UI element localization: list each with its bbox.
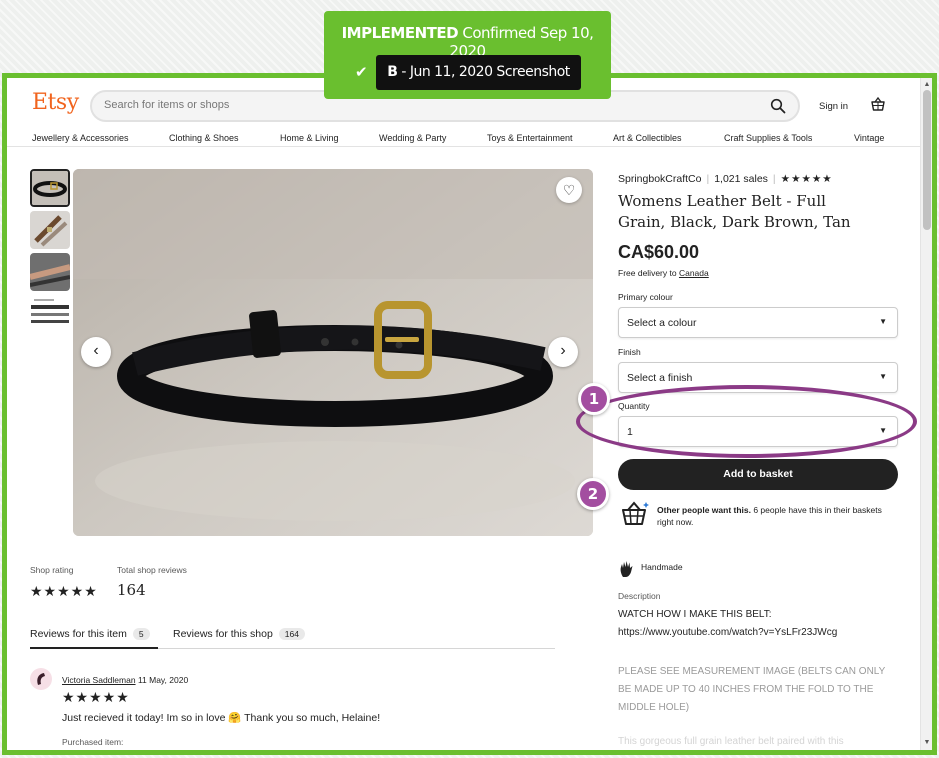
- description-more: This gorgeous full grain leather belt pa…: [618, 736, 844, 747]
- nav-toys[interactable]: Toys & Entertainment: [487, 133, 573, 143]
- finish-value: Select a finish: [627, 372, 693, 384]
- primary-colour-label: Primary colour: [618, 292, 673, 302]
- review-stars: ★★★★★: [62, 689, 130, 705]
- primary-colour-value: Select a colour: [627, 317, 697, 329]
- total-reviews-label: Total shop reviews: [117, 565, 187, 575]
- reviewer-info: Victoria Saddleman 11 May, 2020: [62, 675, 188, 685]
- search-placeholder: Search for items or shops: [104, 99, 230, 111]
- category-nav: Jewellery & Accessories Clothing & Shoes…: [32, 133, 887, 147]
- basket-icon[interactable]: [870, 96, 886, 112]
- thumbnail-3[interactable]: [30, 253, 70, 291]
- product-image[interactable]: [73, 169, 593, 536]
- chevron-left-icon[interactable]: ‹: [81, 337, 111, 367]
- implemented-badge: IMPLEMENTED Confirmed Sep 10, 2020 ✔ B -…: [324, 11, 611, 99]
- variant-label: B: [387, 64, 398, 80]
- tab-item-label: Reviews for this item: [30, 628, 127, 640]
- nav-home-living[interactable]: Home & Living: [280, 133, 339, 143]
- primary-colour-select[interactable]: Select a colour ▼: [618, 307, 898, 338]
- caret-down-icon: ▼: [879, 372, 887, 381]
- description-line-1: WATCH HOW I MAKE THIS BELT:: [618, 609, 772, 620]
- chevron-right-icon[interactable]: ›: [548, 337, 578, 367]
- separator: |: [706, 173, 710, 185]
- nav-vintage[interactable]: Vintage: [854, 133, 884, 143]
- sales-count: 1,021 sales: [714, 173, 768, 185]
- nav-jewellery[interactable]: Jewellery & Accessories: [32, 133, 129, 143]
- nav-clothing[interactable]: Clothing & Shoes: [169, 133, 239, 143]
- thumbnail-4[interactable]: [30, 295, 70, 333]
- etsy-logo[interactable]: Etsy: [32, 90, 79, 115]
- handmade-label: Handmade: [641, 562, 683, 572]
- screenshot-date: - Jun 11, 2020 Screenshot: [401, 64, 570, 80]
- tab-shop-label: Reviews for this shop: [173, 628, 273, 640]
- review-text: Just recieved it today! Im so in love 🤗 …: [62, 712, 381, 724]
- marker-1: 1: [578, 383, 610, 415]
- delivery-prefix: Free delivery to: [618, 268, 677, 278]
- nav-wedding[interactable]: Wedding & Party: [379, 133, 446, 143]
- hand-icon: [620, 561, 633, 577]
- caret-down-icon: ▼: [879, 317, 887, 326]
- thumbnail-1[interactable]: [30, 169, 70, 207]
- scroll-up-icon[interactable]: ▲: [923, 80, 931, 90]
- shop-rating-stars: ★★★★★: [30, 583, 98, 599]
- shop-rating-label: Shop rating: [30, 565, 74, 575]
- nav-craft-supplies[interactable]: Craft Supplies & Tools: [724, 133, 812, 143]
- tab-reviews-item[interactable]: Reviews for this item 5: [30, 628, 150, 640]
- thumbnail-2[interactable]: [30, 211, 70, 249]
- description-link[interactable]: https://www.youtube.com/watch?v=YsLFr23J…: [618, 624, 893, 642]
- listing-title: Womens Leather Belt - Full Grain, Black,…: [618, 192, 851, 231]
- finish-label: Finish: [618, 347, 641, 357]
- tab-reviews-shop[interactable]: Reviews for this shop 164: [173, 628, 305, 640]
- demand-bold: Other people want this.: [657, 505, 751, 515]
- scroll-down-icon[interactable]: ▼: [923, 738, 931, 748]
- scrollbar-thumb[interactable]: [923, 90, 931, 230]
- scrollbar[interactable]: ▲ ▼: [920, 78, 932, 750]
- shop-name-link[interactable]: SpringbokCraftCo: [618, 173, 701, 185]
- shop-info: SpringbokCraftCo | 1,021 sales | ★★★★★: [618, 173, 833, 185]
- description-label: Description: [618, 591, 661, 601]
- shopping-basket-icon: [622, 501, 649, 525]
- nav-art[interactable]: Art & Collectibles: [613, 133, 682, 143]
- shop-stars[interactable]: ★★★★★: [781, 173, 833, 185]
- active-tab-indicator: [30, 647, 158, 649]
- quantity-highlight-ellipse: [576, 385, 917, 458]
- delivery-info: Free delivery to Canada: [618, 268, 709, 278]
- sign-in-link[interactable]: Sign in: [819, 101, 848, 112]
- check-icon: ✔: [355, 64, 368, 81]
- description-text: WATCH HOW I MAKE THIS BELT: https://www.…: [618, 606, 893, 642]
- avatar[interactable]: [30, 668, 52, 690]
- status-label: IMPLEMENTED: [341, 24, 459, 42]
- reviewer-name-link[interactable]: Victoria Saddleman: [62, 675, 136, 685]
- price: CA$60.00: [618, 242, 700, 262]
- tab-shop-count: 164: [278, 628, 305, 640]
- add-to-basket-button[interactable]: Add to basket: [618, 459, 898, 490]
- search-icon[interactable]: [770, 98, 786, 114]
- total-reviews-count: 164: [117, 581, 146, 599]
- review-date: 11 May, 2020: [137, 675, 189, 685]
- separator: |: [772, 173, 776, 185]
- header-divider: [7, 146, 920, 147]
- delivery-country-link[interactable]: Canada: [679, 268, 709, 278]
- description-note: PLEASE SEE MEASUREMENT IMAGE (BELTS CAN …: [618, 666, 886, 713]
- tab-item-count: 5: [132, 628, 150, 640]
- marker-2: 2: [577, 478, 609, 510]
- heart-icon[interactable]: ♡: [556, 177, 582, 203]
- screenshot-label: B - Jun 11, 2020 Screenshot: [376, 55, 581, 90]
- purchased-item-label: Purchased item:: [62, 737, 124, 747]
- demand-notice: Other people want this. 6 people have th…: [657, 504, 897, 528]
